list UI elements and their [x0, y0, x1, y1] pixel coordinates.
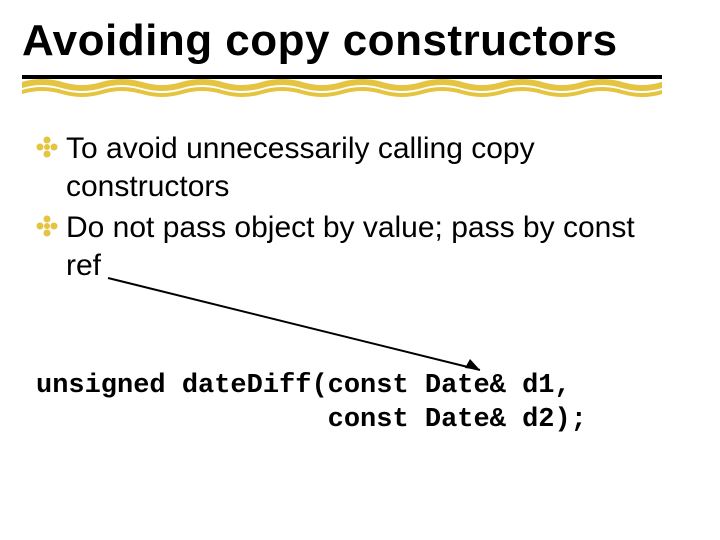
slide-title: Avoiding copy constructors [22, 18, 698, 64]
code-snippet: unsigned dateDiff(const Date& d1, const … [36, 370, 696, 438]
flower-bullet-icon [36, 136, 58, 158]
bullet-item: Do not pass object by value; pass by con… [36, 209, 676, 284]
bullet-item: To avoid unnecessarily calling copy cons… [36, 130, 676, 205]
flower-bullet-icon [36, 215, 58, 237]
slide: Avoiding copy constructors To avoid unne… [0, 0, 720, 540]
body-content: To avoid unnecessarily calling copy cons… [36, 130, 676, 288]
title-underline-scribble [22, 79, 662, 97]
bullet-text: To avoid unnecessarily calling copy cons… [66, 132, 535, 203]
bullet-text: Do not pass object by value; pass by con… [66, 211, 635, 282]
title-block: Avoiding copy constructors [22, 18, 698, 64]
